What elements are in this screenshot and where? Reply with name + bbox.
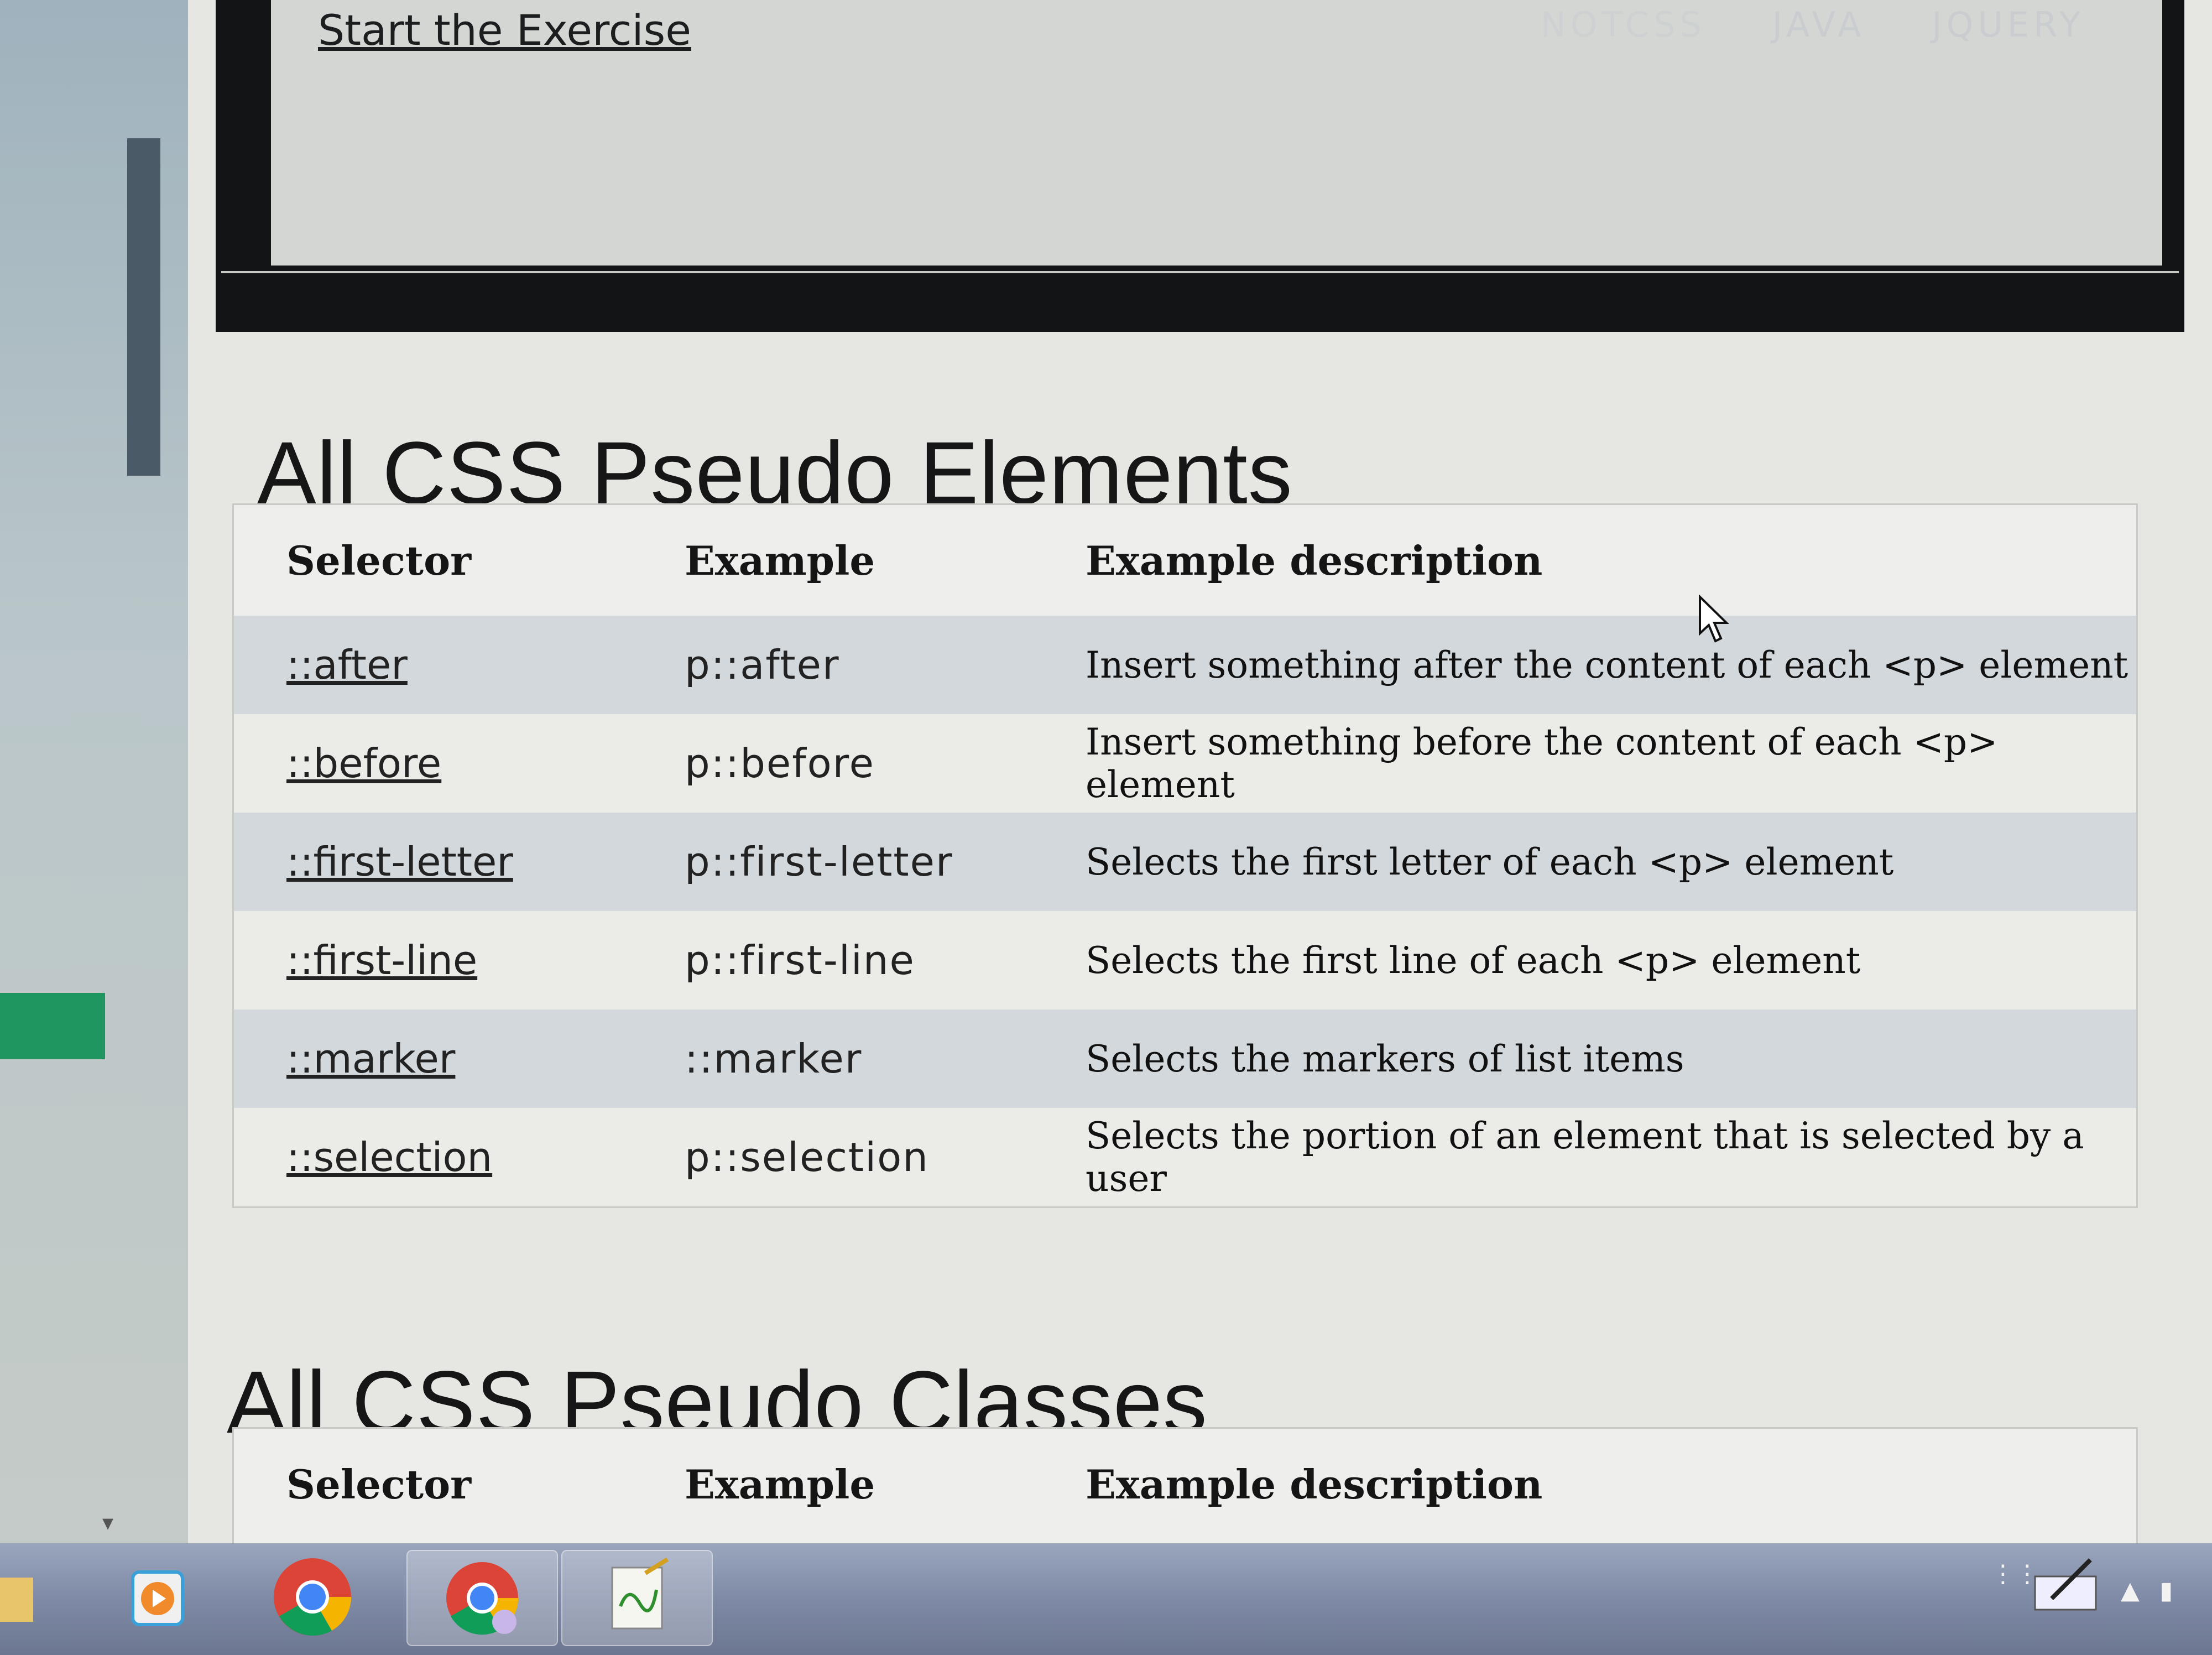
nav-item-jquery[interactable]: JQUERY bbox=[1932, 0, 2085, 45]
header-selector: Selector bbox=[286, 1460, 472, 1508]
example-cell: ::marker bbox=[685, 1035, 863, 1082]
horizontal-divider bbox=[221, 271, 2179, 273]
nav-item-java[interactable]: JAVA bbox=[1772, 0, 1866, 45]
pseudo-elements-table: Selector Example Example description ::a… bbox=[232, 503, 2138, 1208]
notepad-plus-plus-icon[interactable] bbox=[561, 1550, 713, 1646]
example-cell: p::first-letter bbox=[685, 839, 953, 885]
media-player-icon[interactable] bbox=[105, 1550, 210, 1644]
table-row: ::marker ::marker Selects the markers of… bbox=[234, 1009, 2136, 1108]
table-row: ::after p::after Insert something after … bbox=[234, 616, 2136, 714]
selector-link-before[interactable]: ::before bbox=[286, 740, 441, 787]
table-row: ::before p::before Insert something befo… bbox=[234, 714, 2136, 813]
chrome-icon[interactable] bbox=[260, 1550, 365, 1644]
nav-item-notcss[interactable]: NOTCSS bbox=[1540, 0, 1705, 45]
example-cell: p::before bbox=[685, 740, 875, 787]
table-row: ::first-letter p::first-letter Selects t… bbox=[234, 813, 2136, 911]
selector-link-after[interactable]: ::after bbox=[286, 642, 408, 688]
description-cell: Selects the markers of list items bbox=[1086, 1037, 1684, 1080]
table-header-row: Selector Example Example description bbox=[234, 1429, 2136, 1539]
selector-link-selection[interactable]: ::selection bbox=[286, 1134, 492, 1180]
tray-expand-arrow-icon[interactable]: ▲ bbox=[2121, 1576, 2140, 1605]
sidebar-scrollbar-thumb[interactable] bbox=[127, 138, 160, 476]
example-cell: p::first-line bbox=[685, 937, 915, 983]
header-selector: Selector bbox=[286, 537, 472, 584]
description-cell: Insert something before the content of e… bbox=[1086, 721, 1998, 806]
mouse-cursor-icon bbox=[1698, 594, 1731, 647]
header-description: Example description bbox=[1086, 537, 1543, 584]
selector-link-first-line[interactable]: ::first-line bbox=[286, 937, 477, 983]
pen-input-icon[interactable] bbox=[2030, 1554, 2101, 1621]
selector-link-first-letter[interactable]: ::first-letter bbox=[286, 839, 513, 885]
example-cell: p::after bbox=[685, 642, 840, 688]
scroll-down-arrow-icon[interactable]: ▾ bbox=[102, 1510, 113, 1536]
taskbar: ⋮⋮ ▲ ▮ bbox=[0, 1543, 2212, 1655]
chrome-icon[interactable] bbox=[406, 1550, 558, 1646]
table-row: ::selection p::selection Selects the por… bbox=[234, 1108, 2136, 1206]
header-example: Example bbox=[685, 537, 875, 584]
description-cell: Selects the portion of an element that i… bbox=[1086, 1115, 2084, 1200]
description-cell: Selects the first line of each <p> eleme… bbox=[1086, 939, 1861, 982]
file-explorer-icon[interactable] bbox=[0, 1550, 39, 1644]
example-cell: p::selection bbox=[685, 1134, 929, 1180]
top-nav: NOTCSS JAVA JQUERY bbox=[1540, 0, 2085, 45]
description-cell: Insert something after the content of ea… bbox=[1086, 643, 2128, 686]
pseudo-classes-table: Selector Example Example description bbox=[232, 1427, 2138, 1550]
green-side-tab[interactable] bbox=[0, 993, 105, 1059]
network-icon[interactable]: ▮ bbox=[2159, 1576, 2173, 1605]
selector-link-marker[interactable]: ::marker bbox=[286, 1035, 455, 1082]
start-exercise-link[interactable]: Start the Exercise bbox=[318, 6, 691, 55]
header-description: Example description bbox=[1086, 1460, 1543, 1508]
table-header-row: Selector Example Example description bbox=[234, 505, 2136, 616]
table-row: ::first-line p::first-line Selects the f… bbox=[234, 911, 2136, 1009]
header-example: Example bbox=[685, 1460, 875, 1508]
description-cell: Selects the first letter of each <p> ele… bbox=[1086, 840, 1894, 883]
